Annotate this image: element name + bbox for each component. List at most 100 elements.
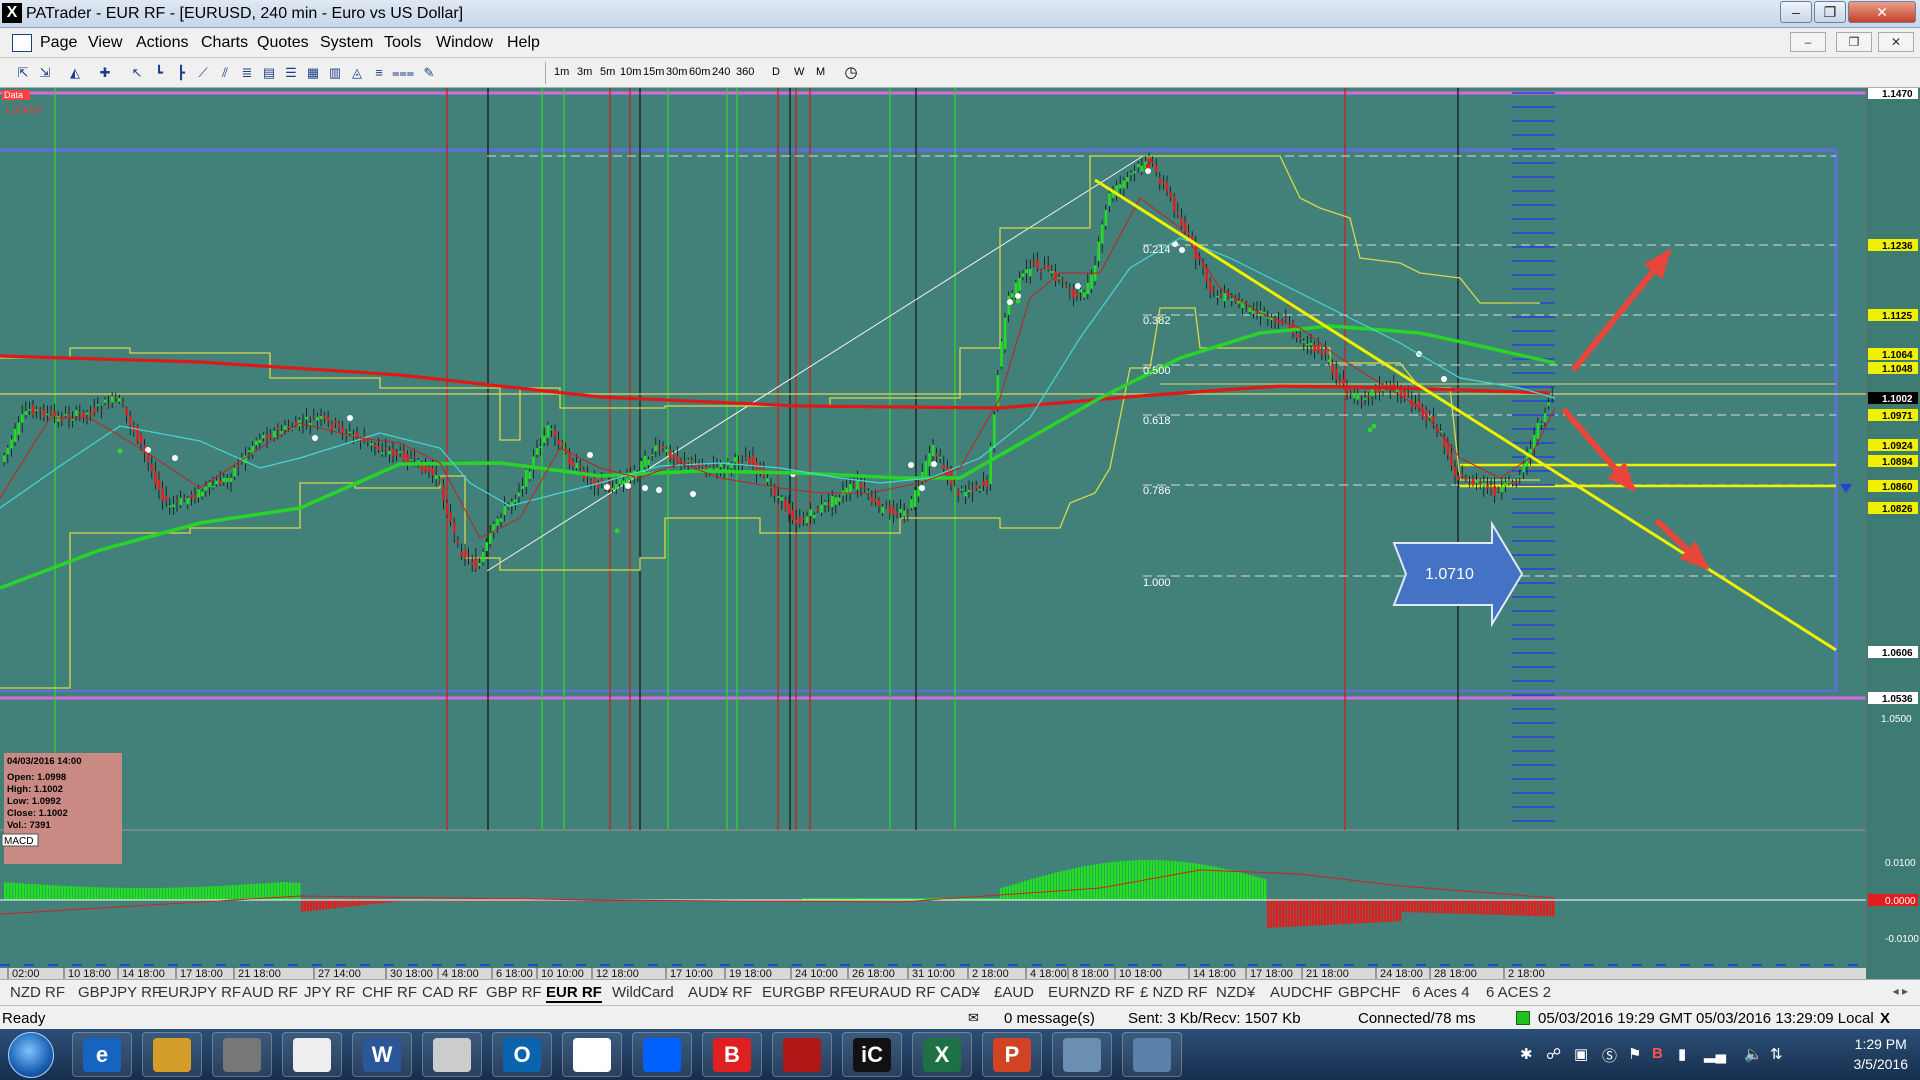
- tf-30m[interactable]: 30m: [666, 66, 687, 78]
- tab--aud[interactable]: £AUD: [994, 984, 1034, 1001]
- volume-tray-icon[interactable]: 🔈: [1744, 1045, 1763, 1063]
- word-icon[interactable]: W: [352, 1032, 412, 1077]
- tab-gbpjpy-rf[interactable]: GBPJPY RF: [78, 984, 161, 1001]
- tf-1m[interactable]: 1m: [554, 66, 569, 78]
- triangle-icon[interactable]: ◬: [348, 64, 366, 82]
- tab-nzd-[interactable]: NZD¥: [1216, 984, 1255, 1001]
- tab-audchf[interactable]: AUDCHF: [1270, 984, 1333, 1001]
- signal-tray-icon[interactable]: ▂▄: [1704, 1045, 1726, 1063]
- menu-system[interactable]: System: [320, 34, 373, 52]
- hline-icon[interactable]: ┗: [150, 64, 168, 82]
- menu-actions[interactable]: Actions: [136, 34, 188, 52]
- tab-gbp-rf[interactable]: GBP RF: [486, 984, 542, 1001]
- channel-icon[interactable]: ⫽: [216, 64, 234, 82]
- outlook-icon[interactable]: O: [492, 1032, 552, 1077]
- tab-cad-rf[interactable]: CAD RF: [422, 984, 478, 1001]
- dropbox-icon[interactable]: [632, 1032, 692, 1077]
- tab-gbpchf[interactable]: GBPCHF: [1338, 984, 1401, 1001]
- bluetooth-icon[interactable]: ✱: [1520, 1045, 1533, 1063]
- close-button[interactable]: ✕: [1848, 1, 1916, 23]
- tab-nzd-rf[interactable]: NZD RF: [10, 984, 65, 1001]
- tab-aud-rf[interactable]: AUD RF: [242, 984, 298, 1001]
- chrome-icon[interactable]: [562, 1032, 622, 1077]
- tf-10m[interactable]: 10m: [620, 66, 641, 78]
- ie-icon[interactable]: e: [72, 1032, 132, 1077]
- folder-icon[interactable]: [142, 1032, 202, 1077]
- mdi-restore-button[interactable]: ❐: [1836, 32, 1872, 52]
- ic-icon[interactable]: iC: [842, 1032, 902, 1077]
- cursor-icon[interactable]: ↖: [128, 64, 146, 82]
- menu-page[interactable]: Page: [40, 34, 77, 52]
- window-icon[interactable]: [282, 1032, 342, 1077]
- tab-eurnzd-rf[interactable]: EURNZD RF: [1048, 984, 1135, 1001]
- tf-d[interactable]: D: [772, 66, 780, 78]
- clock-icon[interactable]: ◷: [842, 64, 860, 82]
- network-tray-icon[interactable]: ☍: [1546, 1045, 1561, 1063]
- zoom-in-icon[interactable]: ⇱: [14, 64, 32, 82]
- tab-scroll-arrows-icon[interactable]: ◂ ▸: [1893, 984, 1908, 998]
- tab-eur-rf[interactable]: EUR RF: [546, 984, 602, 1003]
- zoom-out-icon[interactable]: ⇲: [36, 64, 54, 82]
- tab-6-aces-4[interactable]: 6 Aces 4: [1412, 984, 1470, 1001]
- chart-icon[interactable]: ◭: [66, 64, 84, 82]
- tab-aud-rf[interactable]: AUD¥ RF: [688, 984, 752, 1001]
- crosshair-icon[interactable]: ✚: [96, 64, 114, 82]
- restore-button[interactable]: ❐: [1814, 1, 1846, 23]
- mail-icon[interactable]: ✉: [968, 1010, 979, 1026]
- trendline-icon[interactable]: ⟋: [194, 64, 212, 82]
- calendar-icon[interactable]: [212, 1032, 272, 1077]
- skype-tray-icon[interactable]: Ⓢ: [1602, 1045, 1617, 1066]
- tf-w[interactable]: W: [794, 66, 804, 78]
- vline-icon[interactable]: ┣: [172, 64, 190, 82]
- bars-icon[interactable]: ▥: [326, 64, 344, 82]
- menu-window[interactable]: Window: [436, 34, 493, 52]
- device-tray-icon[interactable]: ▣: [1574, 1045, 1588, 1063]
- tf-m[interactable]: M: [816, 66, 825, 78]
- tab--nzd-rf[interactable]: £ NZD RF: [1140, 984, 1208, 1001]
- tf-240[interactable]: 240: [712, 66, 730, 78]
- start-button[interactable]: [8, 1032, 54, 1078]
- flag-tray-icon[interactable]: ⚑: [1628, 1045, 1641, 1063]
- battery-tray-icon[interactable]: ▮: [1678, 1045, 1686, 1063]
- tab-cad-[interactable]: CAD¥: [940, 984, 980, 1001]
- menu-view[interactable]: View: [88, 34, 122, 52]
- price-chart[interactable]: 1.1470 1.1236 1.1125 1.1064 1.1048 1.1002 1.09…: [0, 88, 1920, 979]
- excel-icon[interactable]: X: [912, 1032, 972, 1077]
- levels-icon[interactable]: ≡: [370, 64, 388, 82]
- tf-15m[interactable]: 15m: [643, 66, 664, 78]
- minimize-button[interactable]: –: [1780, 1, 1812, 23]
- grid-icon[interactable]: ▦: [304, 64, 322, 82]
- tab-jpy-rf[interactable]: JPY RF: [304, 984, 355, 1001]
- tab-wildcard[interactable]: WildCard: [612, 984, 674, 1001]
- menu-quotes[interactable]: Quotes: [257, 34, 309, 52]
- tf-360[interactable]: 360: [736, 66, 754, 78]
- tab-euraud-rf[interactable]: EURAUD RF: [848, 984, 936, 1001]
- fibo-icon[interactable]: ≣: [238, 64, 256, 82]
- eagle-icon[interactable]: [772, 1032, 832, 1077]
- rect-icon[interactable]: ▤: [260, 64, 278, 82]
- lines-icon[interactable]: ⩶: [392, 64, 414, 82]
- tf-5m[interactable]: 5m: [600, 66, 615, 78]
- menu-help[interactable]: Help: [507, 34, 540, 52]
- people-icon[interactable]: [1122, 1032, 1182, 1077]
- chart-app-icon[interactable]: [422, 1032, 482, 1077]
- powerpoint-icon[interactable]: P: [982, 1032, 1042, 1077]
- fan-icon[interactable]: ☰: [282, 64, 300, 82]
- tab-6-aces-2[interactable]: 6 ACES 2: [1486, 984, 1551, 1001]
- sync-tray-icon[interactable]: ⇅: [1770, 1045, 1783, 1063]
- tab-eurgbp-rf[interactable]: EURGBP RF: [762, 984, 849, 1001]
- chart-area[interactable]: 1.1470 1.1236 1.1125 1.1064 1.1048 1.1002 1.09…: [0, 88, 1920, 979]
- tab-chf-rf[interactable]: CHF RF: [362, 984, 417, 1001]
- tf-3m[interactable]: 3m: [577, 66, 592, 78]
- tf-60m[interactable]: 60m: [689, 66, 710, 78]
- menu-charts[interactable]: Charts: [201, 34, 248, 52]
- mdi-minimize-button[interactable]: –: [1790, 32, 1826, 52]
- pen-icon[interactable]: ✎: [420, 64, 438, 82]
- mdi-close-button[interactable]: ✕: [1878, 32, 1914, 52]
- tab-eurjpy-rf[interactable]: EURJPY RF: [158, 984, 241, 1001]
- b-tray-icon[interactable]: B: [1652, 1045, 1663, 1062]
- b-app-icon[interactable]: B: [702, 1032, 762, 1077]
- menu-tools[interactable]: Tools: [384, 34, 421, 52]
- taskbar-clock[interactable]: 1:29 PM 3/5/2016: [1854, 1034, 1909, 1074]
- tools-icon[interactable]: [1052, 1032, 1112, 1077]
